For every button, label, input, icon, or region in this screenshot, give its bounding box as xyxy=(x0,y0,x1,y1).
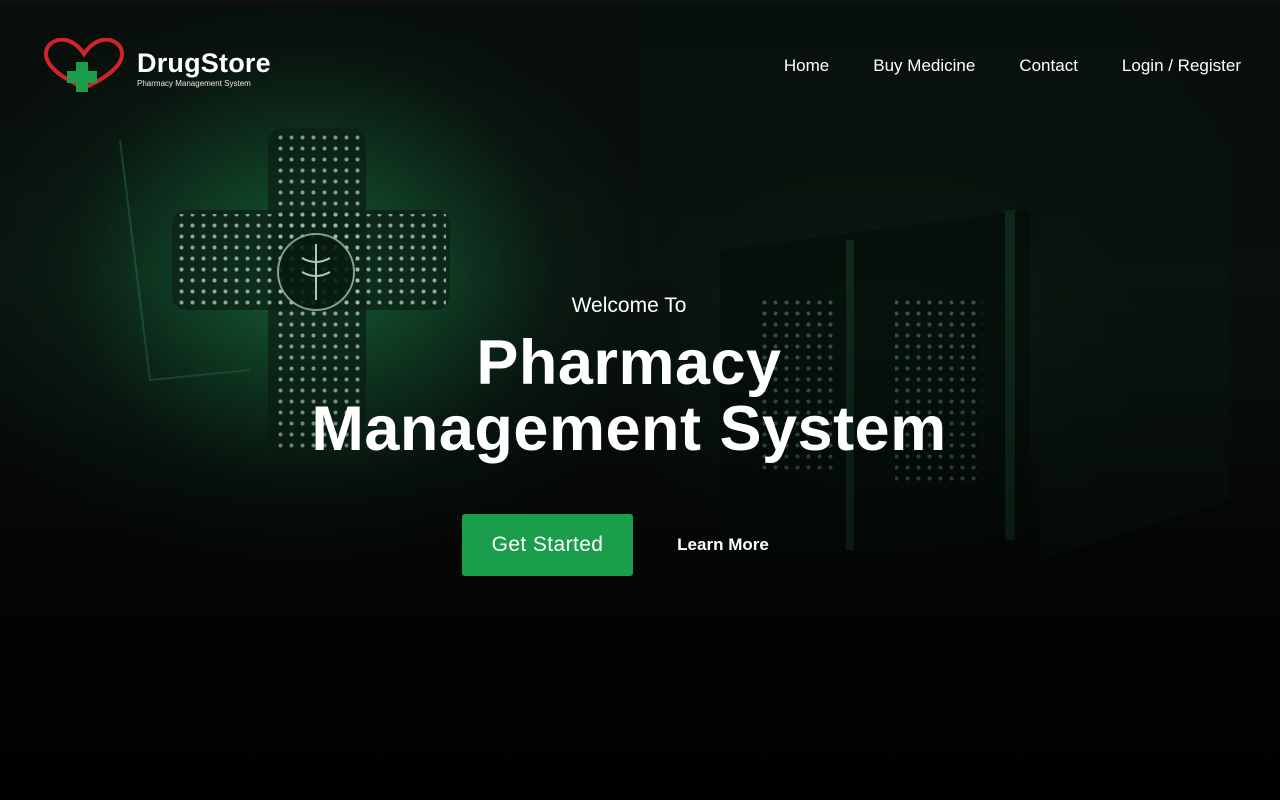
brand-logo[interactable]: DrugStore Pharmacy Management System xyxy=(42,38,292,94)
hero-title-line-2: Management System xyxy=(311,394,947,464)
nav-contact[interactable]: Contact xyxy=(1019,56,1078,76)
get-started-button[interactable]: Get Started xyxy=(462,514,633,576)
nav-login-register[interactable]: Login / Register xyxy=(1122,56,1241,76)
hero-section: DrugStore Pharmacy Management System Hom… xyxy=(0,0,1280,800)
brand-name: DrugStore xyxy=(137,48,271,78)
learn-more-button[interactable]: Learn More xyxy=(662,530,784,560)
hero-title-line-1: Pharmacy xyxy=(476,328,782,398)
hero-title: Pharmacy Management System xyxy=(0,330,1258,462)
brand-tagline: Pharmacy Management System xyxy=(137,79,251,88)
nav-buy-medicine[interactable]: Buy Medicine xyxy=(873,56,975,76)
main-nav: Home Buy Medicine Contact Login / Regist… xyxy=(784,54,1241,78)
nav-home[interactable]: Home xyxy=(784,56,829,76)
hero-welcome: Welcome To xyxy=(571,294,687,317)
heart-cross-icon xyxy=(43,38,125,92)
